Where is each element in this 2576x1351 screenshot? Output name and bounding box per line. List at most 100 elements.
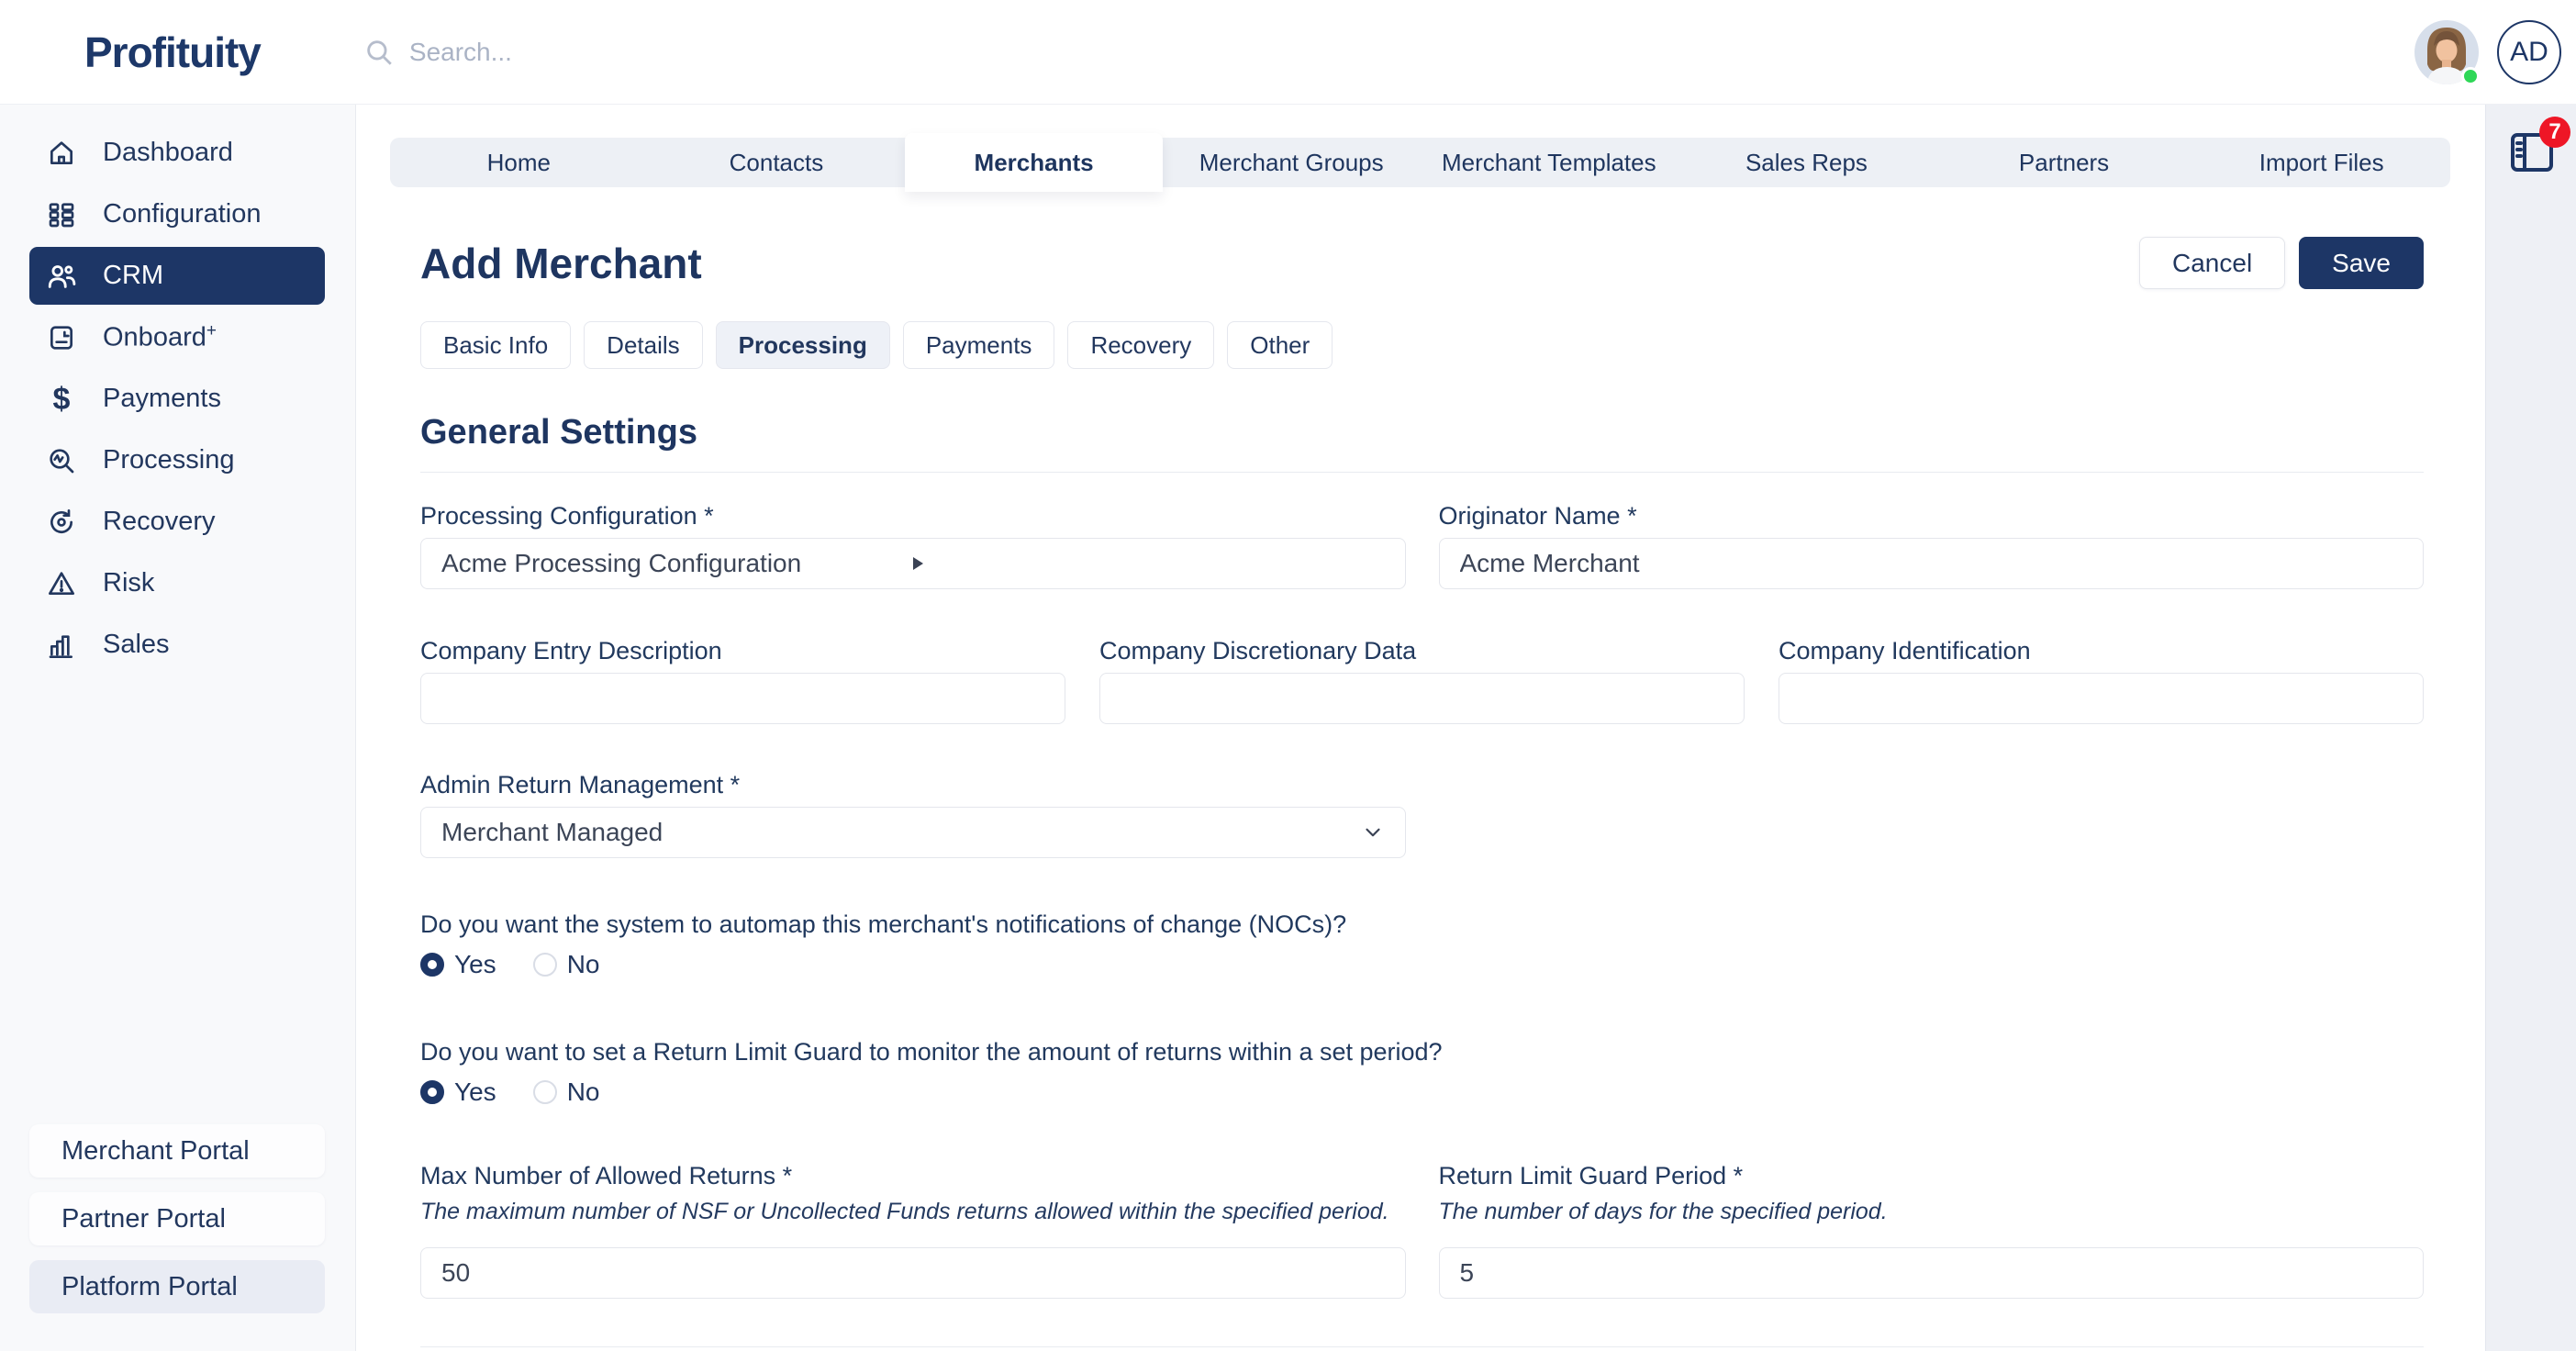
- payments-icon: $: [46, 384, 77, 415]
- sidebar-item-dashboard[interactable]: Dashboard: [29, 124, 325, 182]
- sidebar-item-label: Dashboard: [103, 138, 233, 168]
- sidebar-item-recovery[interactable]: Recovery: [29, 493, 325, 551]
- risk-icon: [46, 568, 77, 599]
- automap-nocs-question: Do you want the system to automap this m…: [420, 910, 2424, 939]
- sales-icon: [46, 630, 77, 661]
- platform-portal-button[interactable]: Platform Portal: [29, 1260, 325, 1313]
- onboard-icon: [46, 322, 77, 353]
- company-discretionary-data-input[interactable]: [1099, 673, 1745, 724]
- portal-buttons: Merchant Portal Partner Portal Platform …: [0, 1124, 355, 1351]
- company-discretionary-data-label: Company Discretionary Data: [1099, 636, 1745, 665]
- user-initials-badge[interactable]: AD: [2497, 20, 2561, 84]
- subtab-payments[interactable]: Payments: [903, 321, 1055, 369]
- search-icon: [363, 37, 395, 68]
- app-header: Profituity AD: [0, 0, 2576, 105]
- company-entry-description-label: Company Entry Description: [420, 636, 1065, 665]
- users-icon: [46, 261, 77, 292]
- tab-sales-reps[interactable]: Sales Reps: [1678, 138, 1935, 187]
- right-panel: 7: [2485, 105, 2576, 1351]
- return-limit-guard-yes[interactable]: Yes: [420, 1077, 496, 1107]
- return-limit-guard-question: Do you want to set a Return Limit Guard …: [420, 1037, 2424, 1066]
- radio-selected-icon: [420, 1080, 444, 1104]
- originator-name-input[interactable]: [1439, 538, 2425, 589]
- header-right: AD: [2414, 20, 2561, 84]
- section-title: General Settings: [420, 413, 2424, 452]
- subtab-other[interactable]: Other: [1227, 321, 1333, 369]
- notifications-panel-button[interactable]: 7: [2510, 132, 2554, 173]
- global-search: [363, 37, 831, 68]
- sidebar-item-payments[interactable]: $ Payments: [29, 370, 325, 428]
- tab-merchant-templates[interactable]: Merchant Templates: [1421, 138, 1678, 187]
- originator-name-label: Originator Name *: [1439, 501, 2425, 530]
- chevron-down-icon: [1361, 821, 1385, 844]
- avatar[interactable]: [2414, 20, 2479, 84]
- subtab-processing[interactable]: Processing: [716, 321, 890, 369]
- company-entry-description-input[interactable]: [420, 673, 1065, 724]
- sidebar: Dashboard Configuration CRM Onboard+: [0, 105, 356, 1351]
- radio-unselected-icon: [533, 953, 557, 977]
- tab-import-files[interactable]: Import Files: [2192, 138, 2450, 187]
- processing-configuration-select[interactable]: Acme Processing Configuration: [420, 538, 1406, 589]
- sidebar-item-label: Risk: [103, 568, 154, 598]
- processing-icon: [46, 445, 77, 476]
- automap-nocs-radio-group: Yes No: [420, 950, 2424, 979]
- sidebar-item-label: Payments: [103, 384, 221, 414]
- processing-configuration-label: Processing Configuration *: [420, 501, 1406, 530]
- return-limit-guard-period-label: Return Limit Guard Period *: [1439, 1161, 2425, 1190]
- sidebar-item-label: CRM: [103, 261, 163, 291]
- search-input[interactable]: [409, 38, 831, 67]
- tab-partners[interactable]: Partners: [1935, 138, 2193, 187]
- company-identification-input[interactable]: [1779, 673, 2424, 724]
- notification-badge: 7: [2539, 117, 2570, 148]
- save-button[interactable]: Save: [2299, 237, 2424, 289]
- radio-unselected-icon: [533, 1080, 557, 1104]
- sidebar-item-configuration[interactable]: Configuration: [29, 185, 325, 243]
- tab-merchants[interactable]: Merchants: [905, 133, 1163, 192]
- sidebar-item-label: Processing: [103, 445, 234, 475]
- online-status-dot: [2461, 67, 2480, 85]
- home-icon: [46, 138, 77, 169]
- subtab-details[interactable]: Details: [584, 321, 702, 369]
- tab-home[interactable]: Home: [390, 138, 648, 187]
- return-limit-guard-radio-group: Yes No: [420, 1077, 2424, 1107]
- sidebar-item-processing[interactable]: Processing: [29, 431, 325, 489]
- sidebar-item-sales[interactable]: Sales: [29, 616, 325, 674]
- company-identification-label: Company Identification: [1779, 636, 2424, 665]
- configuration-icon: [46, 199, 77, 230]
- max-allowed-returns-helper: The maximum number of NSF or Uncollected…: [420, 1198, 1406, 1225]
- recovery-icon: [46, 507, 77, 538]
- admin-return-management-label: Admin Return Management *: [420, 770, 1406, 799]
- merchant-portal-button[interactable]: Merchant Portal: [29, 1124, 325, 1178]
- partner-portal-button[interactable]: Partner Portal: [29, 1192, 325, 1245]
- subtab-recovery[interactable]: Recovery: [1067, 321, 1214, 369]
- section-divider: [420, 472, 2424, 473]
- app-logo[interactable]: Profituity: [84, 28, 261, 77]
- sidebar-item-label: Recovery: [103, 507, 216, 537]
- automap-nocs-yes[interactable]: Yes: [420, 950, 496, 979]
- crm-tabbar: Home Contacts Merchants Merchant Groups …: [390, 138, 2450, 187]
- sidebar-item-label: Configuration: [103, 199, 262, 229]
- form-subtabs: Basic Info Details Processing Payments R…: [420, 321, 2424, 369]
- admin-return-management-select[interactable]: Merchant Managed: [420, 807, 1406, 858]
- app-root: Profituity AD: [0, 0, 2576, 1351]
- radio-selected-icon: [420, 953, 444, 977]
- tab-contacts[interactable]: Contacts: [648, 138, 906, 187]
- bottom-divider: [420, 1346, 2424, 1347]
- page-title: Add Merchant: [420, 239, 702, 288]
- max-allowed-returns-label: Max Number of Allowed Returns *: [420, 1161, 1406, 1190]
- sidebar-item-label: Onboard+: [103, 321, 217, 353]
- sidebar-item-risk[interactable]: Risk: [29, 554, 325, 612]
- return-limit-guard-period-input[interactable]: [1439, 1247, 2425, 1299]
- cancel-button[interactable]: Cancel: [2139, 237, 2285, 289]
- merchant-form: Add Merchant Cancel Save Basic Info Deta…: [390, 237, 2450, 1347]
- sidebar-item-label: Sales: [103, 630, 170, 660]
- subtab-basic-info[interactable]: Basic Info: [420, 321, 571, 369]
- sidebar-item-onboard[interactable]: Onboard+: [29, 308, 325, 366]
- tab-merchant-groups[interactable]: Merchant Groups: [1163, 138, 1421, 187]
- return-limit-guard-period-helper: The number of days for the specified per…: [1439, 1198, 2425, 1225]
- sidebar-item-crm[interactable]: CRM: [29, 247, 325, 305]
- main-area: Home Contacts Merchants Merchant Groups …: [356, 105, 2485, 1351]
- automap-nocs-no[interactable]: No: [533, 950, 600, 979]
- max-allowed-returns-input[interactable]: [420, 1247, 1406, 1299]
- return-limit-guard-no[interactable]: No: [533, 1077, 600, 1107]
